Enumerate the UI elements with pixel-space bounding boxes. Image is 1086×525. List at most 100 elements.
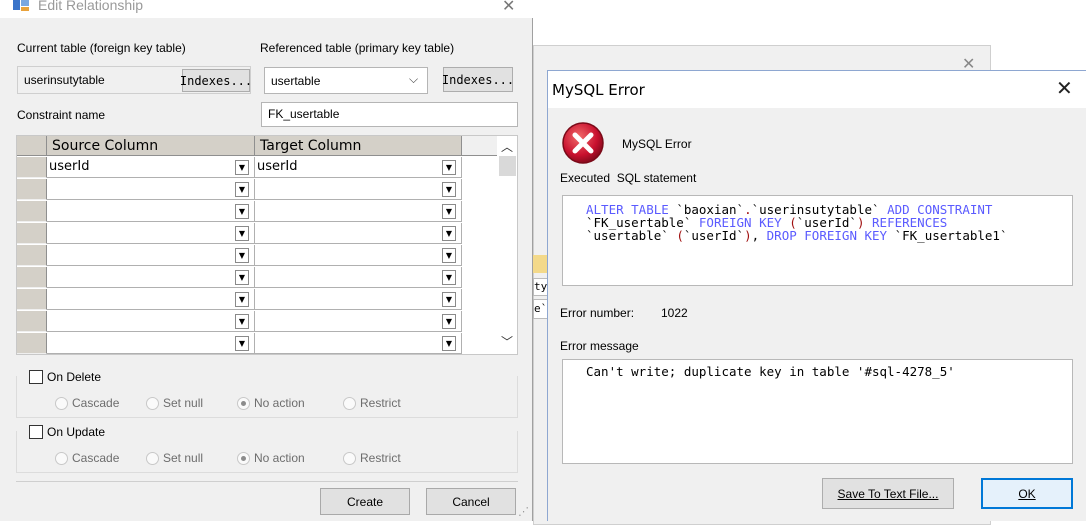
app-icon xyxy=(13,0,29,11)
create-button[interactable]: Create xyxy=(320,488,410,515)
target-column-cell[interactable]: userId ▼ xyxy=(255,157,462,178)
mysql-error-title: MySQL Error xyxy=(552,81,645,99)
on-delete-checkbox[interactable] xyxy=(29,370,43,384)
target-column-cell[interactable]: ▼ xyxy=(255,179,462,200)
chevron-down-icon[interactable]: ▼ xyxy=(235,248,249,263)
edit-relationship-titlebar: Edit Relationship ✕ xyxy=(0,0,533,18)
grid-header-target[interactable]: Target Column xyxy=(255,136,462,156)
chevron-down-icon[interactable]: ▼ xyxy=(235,314,249,329)
scroll-down-icon[interactable]: ﹀ xyxy=(501,333,513,350)
chevron-down-icon[interactable]: ▼ xyxy=(235,336,249,351)
chevron-down-icon[interactable]: ▼ xyxy=(442,160,456,175)
close-icon[interactable]: ✕ xyxy=(502,0,515,16)
referenced-table-label: Referenced table (primary key table) xyxy=(260,41,455,55)
row-selector[interactable] xyxy=(17,267,47,288)
row-selector[interactable] xyxy=(17,289,47,310)
row-selector[interactable] xyxy=(17,245,47,266)
radio-label: No action xyxy=(254,396,305,410)
on-update-checkbox[interactable] xyxy=(29,425,43,439)
source-column-cell[interactable]: ▼ xyxy=(47,179,255,200)
chevron-down-icon[interactable]: ▼ xyxy=(442,314,456,329)
error-number-value: 1022 xyxy=(661,306,688,320)
chevron-down-icon[interactable]: ▼ xyxy=(442,226,456,241)
target-column-cell[interactable]: ▼ xyxy=(255,223,462,244)
table-row: ▼ ▼ xyxy=(17,179,497,201)
error-message-label: Error message xyxy=(560,339,639,353)
source-column-cell[interactable]: ▼ xyxy=(47,333,255,354)
current-indexes-button[interactable]: Indexes... xyxy=(180,69,252,92)
row-selector[interactable] xyxy=(17,201,47,222)
radio-circle[interactable] xyxy=(343,452,356,465)
sql-statement-box[interactable]: ALTER TABLE `baoxian`.`userinsutytable` … xyxy=(562,195,1073,286)
row-selector[interactable] xyxy=(17,179,47,200)
constraint-name-input[interactable]: FK_usertable xyxy=(261,102,518,127)
target-column-cell[interactable]: ▼ xyxy=(255,201,462,222)
source-column-cell[interactable]: ▼ xyxy=(47,223,255,244)
chevron-down-icon[interactable]: ▼ xyxy=(442,204,456,219)
source-column-cell[interactable]: ▼ xyxy=(47,201,255,222)
radio-circle[interactable] xyxy=(55,452,68,465)
target-column-cell[interactable]: ▼ xyxy=(255,333,462,354)
save-to-text-file-button[interactable]: Save To Text File... xyxy=(822,478,954,509)
table-row: ▼ ▼ xyxy=(17,333,497,354)
row-selector[interactable] xyxy=(17,311,47,332)
chevron-down-icon[interactable]: ▼ xyxy=(442,182,456,197)
row-selector[interactable] xyxy=(17,333,47,354)
error-message-box[interactable]: Can't write; duplicate key in table '#sq… xyxy=(562,359,1073,464)
target-column-cell[interactable]: ▼ xyxy=(255,245,462,266)
row-selector[interactable] xyxy=(17,223,47,244)
target-column-cell[interactable]: ▼ xyxy=(255,289,462,310)
radio-label: Set null xyxy=(163,451,204,465)
grid-scroll-thumb[interactable] xyxy=(499,156,516,176)
mysql-error-dialog: MySQL Error ✕ MySQL Error Executed SQL s… xyxy=(547,70,1086,521)
radio-label: Cascade xyxy=(72,451,120,465)
current-table-value: userinsutytable xyxy=(24,73,105,87)
scroll-up-icon[interactable]: ︿ xyxy=(501,138,513,155)
referenced-table-select[interactable]: usertable ⌵ xyxy=(264,67,428,94)
radio-circle[interactable] xyxy=(343,397,356,410)
table-row: ▼ ▼ xyxy=(17,267,497,289)
source-column-cell[interactable]: ▼ xyxy=(47,311,255,332)
chevron-down-icon[interactable]: ▼ xyxy=(442,336,456,351)
executed-sql-label: Executed SQL statement xyxy=(560,171,697,185)
radio-label: Restrict xyxy=(360,396,401,410)
table-row: ▼ ▼ xyxy=(17,311,497,333)
referenced-table-value: usertable xyxy=(271,74,321,88)
target-column-cell[interactable]: ▼ xyxy=(255,267,462,288)
chevron-down-icon[interactable]: ▼ xyxy=(235,204,249,219)
constraint-name-label: Constraint name xyxy=(17,108,106,122)
grid-header-source[interactable]: Source Column xyxy=(47,136,255,156)
close-icon[interactable]: ✕ xyxy=(1056,76,1073,101)
source-column-cell[interactable]: ▼ xyxy=(47,289,255,310)
on-update-label[interactable]: On Update xyxy=(47,425,105,439)
grid-corner-header xyxy=(17,136,47,156)
radio-circle[interactable] xyxy=(146,397,159,410)
resize-grip-icon[interactable]: ⋰ xyxy=(518,505,529,518)
cancel-button[interactable]: Cancel xyxy=(426,488,516,515)
radio-circle[interactable] xyxy=(237,452,250,465)
table-row: userId ▼ userId ▼ xyxy=(17,157,497,179)
radio-circle[interactable] xyxy=(146,452,159,465)
referenced-indexes-button[interactable]: Indexes... xyxy=(442,67,514,92)
current-table-label: Current table (foreign key table) xyxy=(17,41,186,55)
mysql-error-titlebar: MySQL Error ✕ xyxy=(548,71,1086,108)
row-selector[interactable] xyxy=(17,157,47,178)
chevron-down-icon[interactable]: ▼ xyxy=(235,226,249,241)
chevron-down-icon[interactable]: ▼ xyxy=(442,292,456,307)
divider xyxy=(16,481,518,482)
source-column-cell[interactable]: ▼ xyxy=(47,267,255,288)
chevron-down-icon[interactable]: ▼ xyxy=(235,182,249,197)
chevron-down-icon[interactable]: ▼ xyxy=(235,292,249,307)
radio-circle[interactable] xyxy=(55,397,68,410)
source-column-cell[interactable]: ▼ xyxy=(47,245,255,266)
on-delete-label[interactable]: On Delete xyxy=(47,370,101,384)
source-column-cell[interactable]: userId ▼ xyxy=(47,157,255,178)
chevron-down-icon[interactable]: ▼ xyxy=(442,270,456,285)
ok-button[interactable]: OK xyxy=(981,478,1073,509)
chevron-down-icon[interactable]: ▼ xyxy=(235,270,249,285)
radio-label: Set null xyxy=(163,396,204,410)
chevron-down-icon[interactable]: ▼ xyxy=(235,160,249,175)
chevron-down-icon[interactable]: ▼ xyxy=(442,248,456,263)
radio-circle[interactable] xyxy=(237,397,250,410)
target-column-cell[interactable]: ▼ xyxy=(255,311,462,332)
